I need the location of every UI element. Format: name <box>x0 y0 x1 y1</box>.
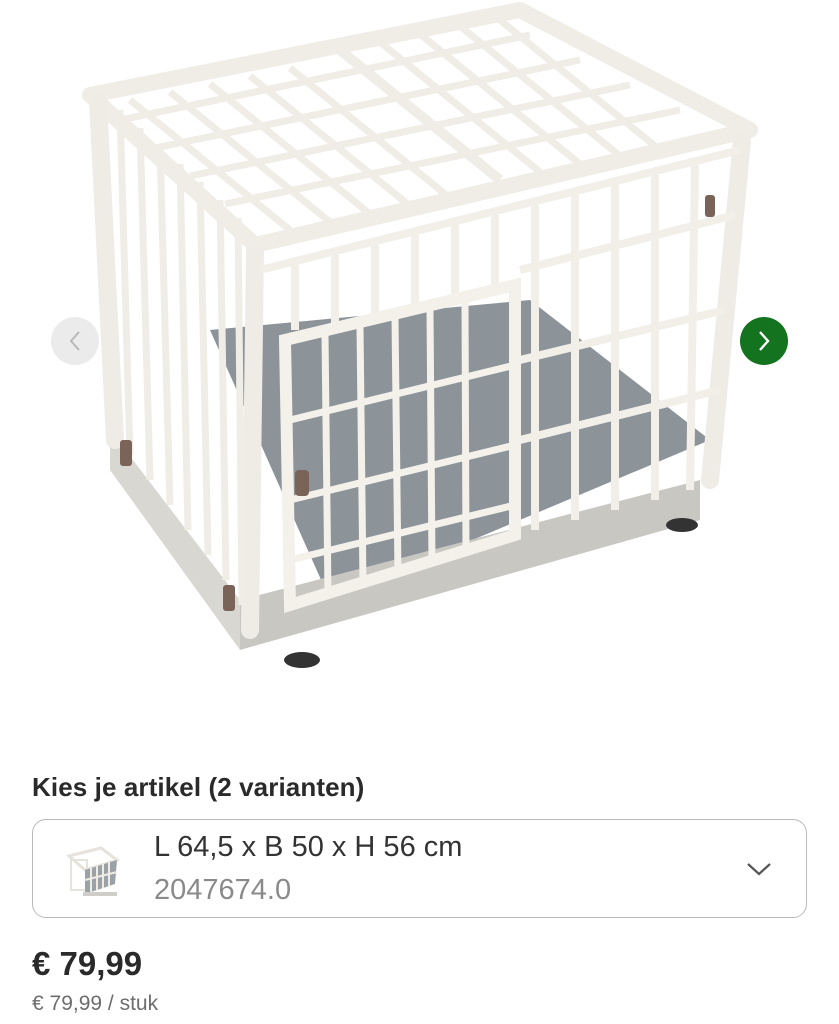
product-gallery <box>0 0 839 740</box>
dog-crate-thumbnail <box>65 846 121 896</box>
dog-crate-image <box>82 2 758 668</box>
variant-name: L 64,5 x B 50 x H 56 cm <box>154 831 463 863</box>
variant-heading: Kies je artikel (2 varianten) <box>32 772 365 802</box>
price: € 79,99 <box>32 945 143 982</box>
chevron-left-icon <box>69 331 80 351</box>
gallery-next-button[interactable] <box>740 317 788 365</box>
chevron-down-icon <box>747 863 771 876</box>
chevron-right-icon <box>759 331 770 351</box>
variant-article-number: 2047674.0 <box>154 874 292 906</box>
gallery-prev-button[interactable] <box>51 317 99 365</box>
variant-dropdown[interactable]: L 64,5 x B 50 x H 56 cm 2047674.0 <box>32 819 807 918</box>
unit-price: € 79,99 / stuk <box>32 992 159 1015</box>
